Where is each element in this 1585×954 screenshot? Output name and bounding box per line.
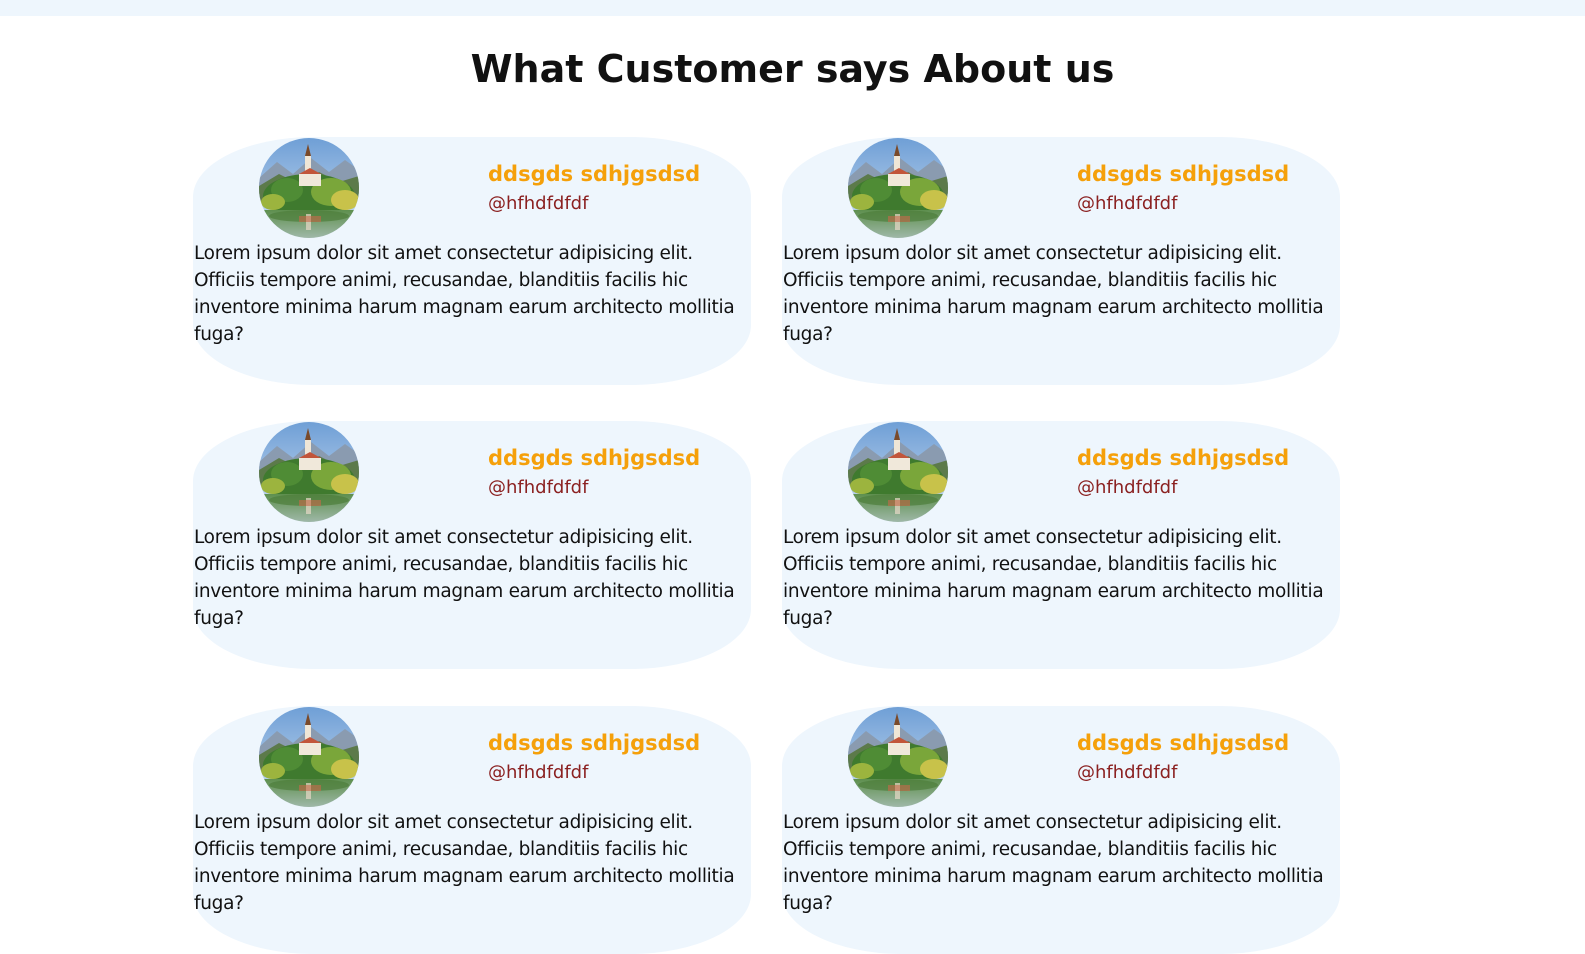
testimonial-card: ddsgds sdhjgsdsd @hfhdfdfdf Lorem ipsum … xyxy=(193,706,751,954)
customer-handle: @hfhdfdfdf xyxy=(1077,193,1178,214)
customer-name: ddsgds sdhjgsdsd xyxy=(488,446,701,470)
customer-handle: @hfhdfdfdf xyxy=(1077,762,1178,783)
testimonial-text: Lorem ipsum dolor sit amet consectetur a… xyxy=(194,243,735,345)
testimonial-card: ddsgds sdhjgsdsd @hfhdfdfdf Lorem ipsum … xyxy=(782,706,1340,954)
customer-handle: @hfhdfdfdf xyxy=(488,193,589,214)
avatar xyxy=(259,138,359,238)
customer-name: ddsgds sdhjgsdsd xyxy=(1077,731,1290,755)
avatar xyxy=(848,707,948,807)
customer-handle: @hfhdfdfdf xyxy=(488,477,589,498)
testimonial-card: ddsgds sdhjgsdsd @hfhdfdfdf Lorem ipsum … xyxy=(193,137,751,385)
section-heading: What Customer says About us xyxy=(470,47,1115,91)
testimonial-text: Lorem ipsum dolor sit amet consectetur a… xyxy=(783,527,1324,629)
customer-name: ddsgds sdhjgsdsd xyxy=(488,162,701,186)
customer-handle: @hfhdfdfdf xyxy=(488,762,589,783)
top-nav-strip xyxy=(0,0,1585,16)
testimonial-text: Lorem ipsum dolor sit amet consectetur a… xyxy=(194,527,735,629)
customer-name: ddsgds sdhjgsdsd xyxy=(488,731,701,755)
customer-name: ddsgds sdhjgsdsd xyxy=(1077,162,1290,186)
testimonial-text: Lorem ipsum dolor sit amet consectetur a… xyxy=(783,243,1324,345)
avatar xyxy=(259,422,359,522)
testimonial-card: ddsgds sdhjgsdsd @hfhdfdfdf Lorem ipsum … xyxy=(193,421,751,669)
customer-handle: @hfhdfdfdf xyxy=(1077,477,1178,498)
avatar xyxy=(848,138,948,238)
testimonial-text: Lorem ipsum dolor sit amet consectetur a… xyxy=(783,812,1324,914)
avatar xyxy=(848,422,948,522)
testimonial-card: ddsgds sdhjgsdsd @hfhdfdfdf Lorem ipsum … xyxy=(782,137,1340,385)
testimonial-text: Lorem ipsum dolor sit amet consectetur a… xyxy=(194,812,735,914)
customer-name: ddsgds sdhjgsdsd xyxy=(1077,446,1290,470)
avatar xyxy=(259,707,359,807)
testimonial-card: ddsgds sdhjgsdsd @hfhdfdfdf Lorem ipsum … xyxy=(782,421,1340,669)
